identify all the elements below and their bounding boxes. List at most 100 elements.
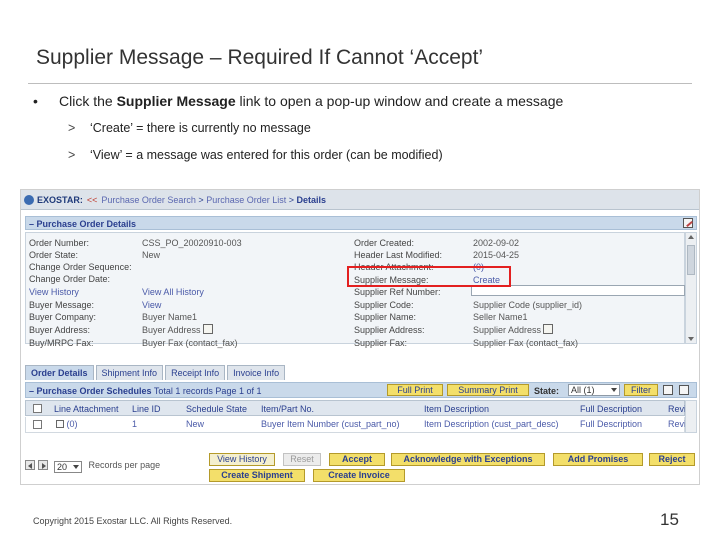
breadcrumb: EXOSTAR: << Purchase Order Search > Purcha… — [21, 190, 699, 210]
supplier-code-value: Supplier Code (supplier_id) — [473, 300, 583, 310]
attachment-icon — [56, 420, 64, 428]
state-label: State: — [534, 386, 560, 396]
copyright-text: Copyright 2015 Exostar LLC. All Rights R… — [33, 516, 233, 526]
breadcrumb-details: Details — [296, 195, 327, 205]
slide-title: Supplier Message – Required If Cannot ‘A… — [36, 46, 484, 69]
bullet-text-suffix: link to open a pop-up window and create … — [235, 93, 564, 109]
field-label: Supplier Name: — [354, 312, 417, 322]
scroll-thumb[interactable] — [687, 245, 695, 275]
field-label: Header Last Modified: — [354, 250, 443, 260]
scroll-up-icon[interactable] — [688, 235, 694, 239]
page-number: 15 — [660, 510, 679, 529]
reject-button[interactable]: Reject — [649, 453, 695, 466]
line-attachment-count: (0) — [66, 419, 78, 429]
summary-print-button[interactable]: Summary Print — [447, 384, 529, 396]
column-header[interactable]: Line ID — [132, 402, 161, 416]
create-shipment-button[interactable]: Create Shipment — [209, 469, 305, 482]
supplier-message-highlight — [347, 266, 511, 287]
sub-bullet-arrow: > — [68, 121, 76, 135]
supplier-address-value[interactable]: Supplier Address — [473, 324, 553, 336]
bullet-dot: • — [33, 93, 38, 109]
schedules-record-info: Total 1 records Page 1 of 1 — [153, 386, 262, 396]
buyer-fax-value: Buyer Fax (contact_fax) — [142, 338, 238, 348]
tab-receipt-info[interactable]: Receipt Info — [165, 365, 226, 380]
buyer-company-value: Buyer Name1 — [142, 312, 198, 322]
reset-button[interactable]: Reset — [283, 453, 321, 466]
breadcrumb-po-list[interactable]: Purchase Order List — [206, 195, 286, 205]
pager: 20 Records per page — [25, 460, 160, 473]
sub-bullet-text: ‘View’ = a message was entered for this … — [90, 148, 443, 162]
column-header[interactable]: Revi — [668, 402, 686, 416]
header-modified-value: 2015-04-25 — [473, 250, 520, 260]
full-description-cell[interactable]: Full Description — [580, 417, 642, 431]
schedules-title: – Purchase Order Schedules — [29, 386, 152, 396]
tab-order-details[interactable]: Order Details — [25, 365, 94, 380]
column-header[interactable]: Full Description — [580, 402, 642, 416]
prev-page-icon[interactable] — [25, 460, 35, 470]
order-state-value: New — [142, 250, 161, 260]
schedules-grid-header: Line Attachment Line ID Schedule State I… — [25, 400, 686, 416]
field-label: Buyer Message: — [29, 300, 95, 310]
item-part-cell: Buyer Item Number (cust_part_no) — [261, 419, 400, 429]
breadcrumb-separator: > — [288, 195, 295, 205]
line-attachment-link[interactable]: (0) — [56, 417, 78, 431]
brand-label: EXOSTAR: — [37, 195, 83, 205]
sub-bullet: > ‘View’ = a message was entered for this… — [68, 148, 443, 162]
supplier-name-value: Seller Name1 — [473, 312, 528, 322]
scroll-down-icon[interactable] — [688, 337, 694, 341]
state-select[interactable]: All (1) — [568, 384, 620, 396]
breadcrumb-po-search[interactable]: Purchase Order Search — [101, 195, 196, 205]
field-label: Supplier Ref Number: — [354, 287, 441, 297]
field-label: Order State: — [29, 250, 79, 260]
line-id-cell: 1 — [132, 419, 138, 429]
table-row[interactable]: (0) 1 New Buyer Item Number (cust_part_n… — [25, 417, 687, 433]
column-config-icon[interactable] — [663, 385, 673, 395]
breadcrumb-separator: > — [198, 195, 204, 205]
field-label: Buyer Company: — [29, 312, 97, 322]
field-label: Order Number: — [29, 238, 90, 248]
view-history-button[interactable]: View History — [209, 453, 275, 466]
field-label: Change Order Date: — [29, 274, 111, 284]
column-header[interactable]: Item/Part No. — [261, 402, 314, 416]
bullet-text-prefix: Click the — [59, 93, 117, 109]
supplier-fax-value: Supplier Fax (contact_fax) — [473, 338, 579, 348]
field-label: Buyer Address: — [29, 325, 91, 335]
add-promises-button[interactable]: Add Promises — [553, 453, 643, 466]
buyer-address-value[interactable]: Buyer Address — [142, 324, 213, 336]
edit-icon[interactable] — [679, 385, 689, 395]
sub-bullet-text: ‘Create’ = there is currently no message — [90, 121, 311, 135]
filter-button[interactable]: Filter — [624, 384, 658, 396]
select-all-checkbox[interactable] — [33, 404, 42, 413]
order-number-value: CSS_PO_20020910-003 — [142, 238, 242, 248]
item-description-cell: Item Description (cust_part_desc) — [424, 419, 559, 429]
full-print-button[interactable]: Full Print — [387, 384, 443, 396]
po-details-header[interactable]: – Purchase Order Details — [25, 216, 697, 230]
create-invoice-button[interactable]: Create Invoice — [313, 469, 405, 482]
edit-icon[interactable] — [683, 218, 693, 228]
schedule-state-cell: New — [186, 419, 205, 429]
back-link[interactable]: << — [87, 195, 98, 205]
row-checkbox[interactable] — [33, 420, 42, 429]
tab-invoice-info[interactable]: Invoice Info — [227, 365, 286, 380]
po-details-scrollbar[interactable] — [685, 232, 697, 344]
revision-cell: Revi — [668, 419, 687, 429]
accept-button[interactable]: Accept — [329, 453, 385, 466]
field-label: Supplier Fax: — [354, 338, 408, 348]
detail-tabs: Order Details Shipment Info Receipt Info In… — [25, 365, 287, 381]
view-history-label: View History — [29, 287, 79, 297]
view-all-history-link[interactable]: View All History — [142, 286, 204, 298]
order-created-value: 2002-09-02 — [473, 238, 520, 248]
grid-scrollbar[interactable] — [685, 400, 697, 433]
sub-bullet-arrow: > — [68, 148, 76, 162]
buyer-message-view-link[interactable]: View — [142, 299, 161, 311]
column-header[interactable]: Schedule State — [186, 402, 247, 416]
column-header[interactable]: Item Description — [424, 402, 489, 416]
records-per-page-select[interactable]: 20 — [54, 461, 83, 473]
column-header[interactable]: Line Attachment — [54, 402, 119, 416]
tab-shipment-info[interactable]: Shipment Info — [95, 365, 164, 380]
sub-bullet: > ‘Create’ = there is currently no messag… — [68, 121, 311, 135]
title-divider — [28, 83, 692, 84]
acknowledge-exceptions-button[interactable]: Acknowledge with Exceptions — [391, 453, 545, 466]
next-page-icon[interactable] — [37, 460, 48, 470]
field-label: Supplier Address: — [354, 325, 425, 335]
